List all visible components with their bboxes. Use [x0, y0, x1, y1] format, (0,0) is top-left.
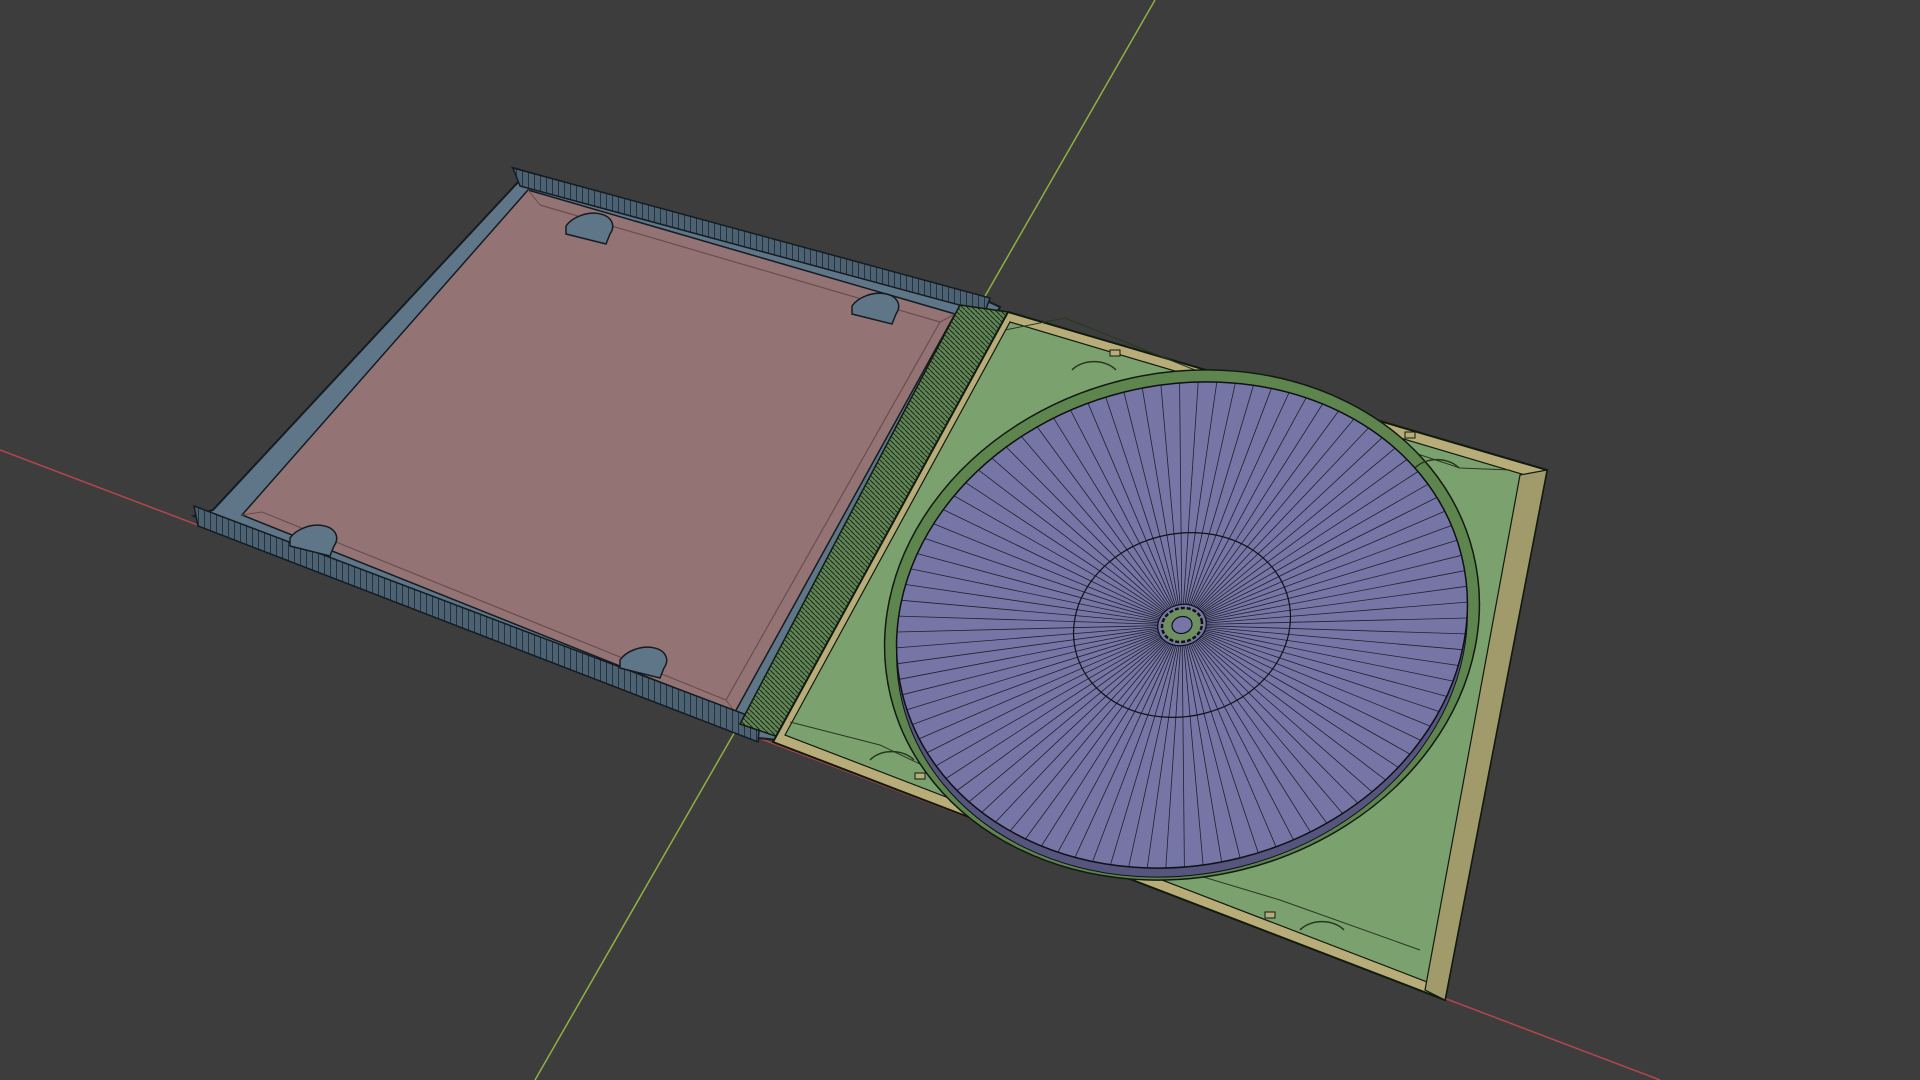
3d-viewport[interactable]	[0, 0, 1920, 1080]
viewport-canvas[interactable]	[0, 0, 1920, 1080]
tray-notch	[1109, 349, 1121, 357]
tray-notch	[1264, 911, 1276, 919]
tray-notch	[914, 772, 926, 780]
tray-notch	[1404, 431, 1416, 439]
